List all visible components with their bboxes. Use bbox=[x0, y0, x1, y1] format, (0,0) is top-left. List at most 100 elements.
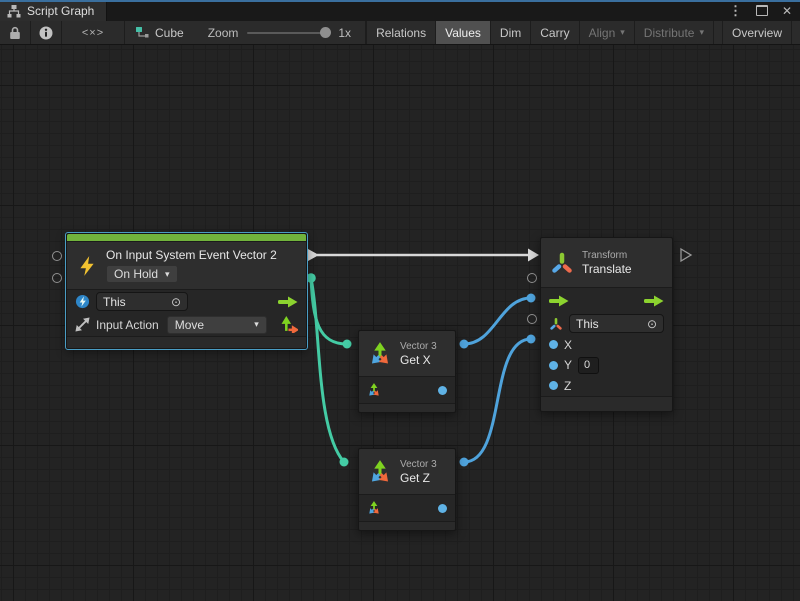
event-this-row: This ⊙ bbox=[67, 290, 306, 313]
translate-flow-row bbox=[541, 288, 672, 313]
translate-x-cap[interactable] bbox=[527, 294, 536, 303]
translate-flow-output-port[interactable] bbox=[681, 249, 691, 261]
vector3-icon bbox=[368, 342, 392, 366]
y-input-port[interactable] bbox=[549, 361, 558, 370]
maximize-icon[interactable] bbox=[756, 5, 768, 16]
get-x-node[interactable]: Vector 3 Get X bbox=[358, 330, 456, 413]
translate-this-field[interactable]: This ⊙ bbox=[569, 314, 664, 333]
vector2-icon[interactable] bbox=[281, 316, 298, 333]
translate-this-row: This ⊙ bbox=[541, 313, 672, 334]
vector2-wire-getz[interactable] bbox=[311, 278, 344, 462]
graph-selector[interactable]: Cube bbox=[125, 21, 194, 44]
distribute-dropdown[interactable]: Distribute ▾ bbox=[634, 21, 713, 44]
dropdown-caret-icon: ▾ bbox=[620, 28, 625, 37]
toolbar-divider bbox=[713, 21, 722, 44]
getx-header: Vector 3 Get X bbox=[359, 331, 455, 377]
getx-title: Get X bbox=[400, 353, 437, 368]
lock-button[interactable] bbox=[0, 21, 31, 44]
getz-input-cap[interactable] bbox=[340, 458, 349, 467]
x-label: X bbox=[564, 338, 572, 352]
graph-canvas[interactable]: On Input System Event Vector 2 On Hold ▾… bbox=[0, 45, 800, 601]
flow-wire[interactable] bbox=[308, 249, 539, 262]
y-label: Y bbox=[564, 358, 572, 372]
zoom-control: Zoom 1x bbox=[194, 21, 366, 44]
vector3-input-icon[interactable] bbox=[367, 383, 381, 397]
window-menu-icon[interactable]: ⋮ bbox=[729, 4, 742, 17]
translate-node[interactable]: Transform Translate This ⊙ X bbox=[540, 237, 673, 412]
z-input-port[interactable] bbox=[549, 381, 558, 390]
focus-indicator bbox=[0, 0, 800, 2]
fullscreen-button[interactable]: Full Screen bbox=[791, 21, 800, 44]
flow-output-arrow-icon[interactable] bbox=[278, 296, 298, 308]
lock-icon bbox=[9, 26, 21, 40]
toolbar-buttons: Relations Values Dim Carry Align ▾ Distr… bbox=[366, 21, 800, 44]
vector2-output-port[interactable] bbox=[306, 273, 316, 283]
getx-category: Vector 3 bbox=[400, 340, 437, 353]
flow-output-arrow-icon[interactable] bbox=[644, 295, 664, 307]
close-icon[interactable]: ✕ bbox=[782, 5, 792, 17]
input-action-dropdown[interactable]: Move ▾ bbox=[167, 316, 267, 334]
getz-category: Vector 3 bbox=[400, 458, 437, 471]
zoom-slider-handle[interactable] bbox=[320, 27, 331, 38]
input-action-icon bbox=[75, 317, 90, 332]
translate-x-row: X bbox=[541, 334, 672, 355]
on-input-system-event-node[interactable]: On Input System Event Vector 2 On Hold ▾… bbox=[66, 233, 307, 349]
getx-float-output-port[interactable] bbox=[438, 386, 447, 395]
script-graph-window: Script Graph ⋮ ✕ <×> Cube Zoom 1x bbox=[0, 0, 800, 601]
translate-this-port[interactable] bbox=[527, 273, 537, 283]
getz-header: Vector 3 Get Z bbox=[359, 449, 455, 495]
event-this-field[interactable]: This ⊙ bbox=[96, 292, 188, 311]
on-hold-dropdown[interactable]: On Hold ▾ bbox=[106, 265, 178, 283]
zoom-value: 1x bbox=[338, 26, 351, 40]
event-action-row: Input Action Move ▾ bbox=[67, 313, 306, 336]
values-button[interactable]: Values bbox=[435, 21, 490, 44]
player-input-icon bbox=[75, 294, 90, 309]
graph-icon bbox=[135, 26, 149, 40]
getz-float-output-port[interactable] bbox=[438, 504, 447, 513]
window-controls: ⋮ ✕ bbox=[729, 0, 792, 21]
tab-script-graph[interactable]: Script Graph bbox=[0, 0, 107, 21]
object-picker-icon[interactable]: ⊙ bbox=[171, 296, 181, 308]
getz-title: Get Z bbox=[400, 471, 437, 486]
carry-button[interactable]: Carry bbox=[530, 21, 578, 44]
event-action-port[interactable] bbox=[52, 273, 62, 283]
y-value-field[interactable]: 0 bbox=[578, 357, 599, 374]
translate-z-cap[interactable] bbox=[527, 335, 536, 344]
tab-bar: Script Graph ⋮ ✕ bbox=[0, 0, 800, 21]
getx-footer bbox=[359, 403, 455, 412]
event-node-header: On Input System Event Vector 2 On Hold ▾ bbox=[67, 242, 306, 290]
event-this-port[interactable] bbox=[52, 251, 62, 261]
translate-y-port[interactable] bbox=[527, 314, 537, 324]
z-label: Z bbox=[564, 379, 571, 393]
getx-input-cap[interactable] bbox=[343, 340, 352, 349]
getx-output-cap[interactable] bbox=[460, 340, 469, 349]
lightning-icon bbox=[76, 255, 98, 277]
relations-button[interactable]: Relations bbox=[366, 21, 435, 44]
vector3-icon bbox=[368, 460, 392, 484]
object-picker-icon[interactable]: ⊙ bbox=[647, 318, 657, 330]
code-view-button[interactable]: <×> bbox=[62, 21, 125, 44]
transform-icon bbox=[549, 317, 563, 331]
flow-input-arrow-icon[interactable] bbox=[549, 295, 569, 307]
dim-button[interactable]: Dim bbox=[490, 21, 530, 44]
transform-icon bbox=[550, 251, 574, 275]
float-wire-x[interactable] bbox=[464, 298, 531, 344]
code-view-icon: <×> bbox=[82, 27, 104, 39]
translate-title: Translate bbox=[582, 262, 632, 277]
getz-output-cap[interactable] bbox=[460, 458, 469, 467]
getz-footer bbox=[359, 521, 455, 530]
align-dropdown[interactable]: Align ▾ bbox=[579, 21, 634, 44]
vector2-wire-getx[interactable] bbox=[311, 278, 347, 344]
vector3-input-icon[interactable] bbox=[367, 501, 381, 515]
event-node-footer bbox=[67, 336, 306, 348]
x-input-port[interactable] bbox=[549, 340, 558, 349]
translate-y-row: Y 0 bbox=[541, 355, 672, 375]
getz-port-row bbox=[359, 495, 455, 521]
translate-z-row: Z bbox=[541, 375, 672, 396]
overview-button[interactable]: Overview bbox=[722, 21, 791, 44]
inspect-button[interactable] bbox=[31, 21, 62, 44]
float-wire-z[interactable] bbox=[464, 339, 531, 462]
get-z-node[interactable]: Vector 3 Get Z bbox=[358, 448, 456, 531]
zoom-slider[interactable] bbox=[247, 32, 329, 34]
dropdown-caret-icon: ▾ bbox=[699, 28, 704, 37]
